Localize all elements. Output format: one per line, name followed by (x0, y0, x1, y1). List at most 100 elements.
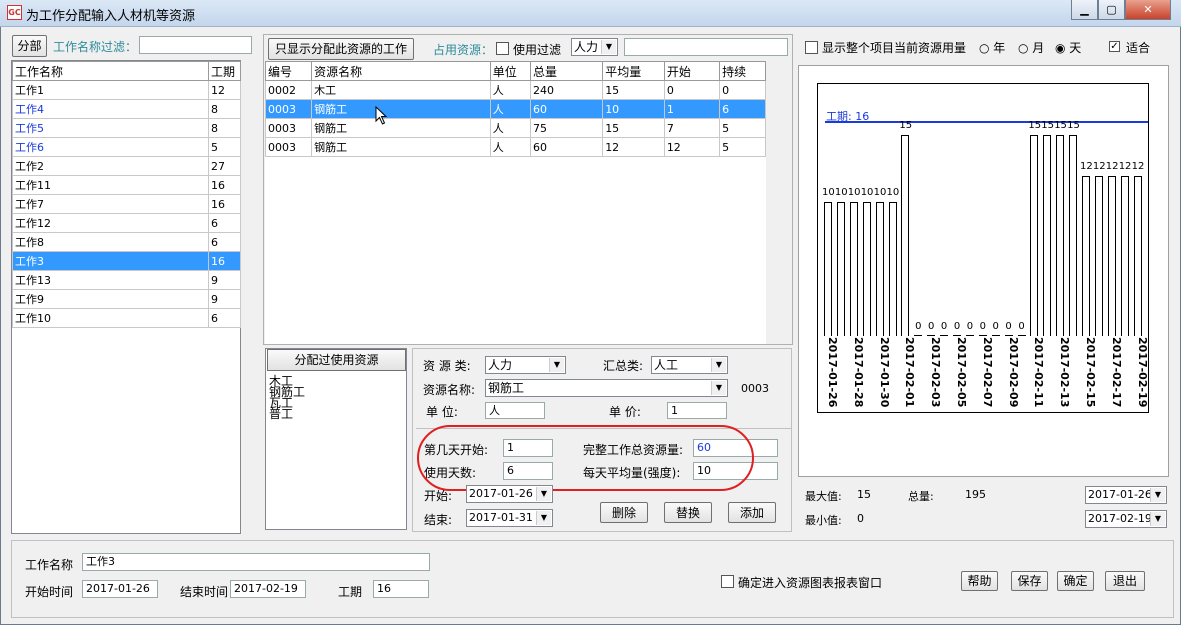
replace-button[interactable]: 替换 (664, 502, 712, 523)
chart-bar (965, 335, 974, 336)
job-row[interactable]: 工作13 9 (12, 270, 241, 290)
fit-label: 适合 (1126, 41, 1151, 55)
job-row[interactable]: 工作12 6 (12, 213, 241, 233)
resource-filter-input[interactable] (624, 38, 788, 56)
assignment-cell: 人 (489, 80, 532, 100)
job-row[interactable]: 工作5 8 (12, 118, 241, 138)
total-label: 总量: (908, 490, 934, 503)
chart-bar (1082, 175, 1090, 336)
job-row[interactable]: 工作10 6 (12, 308, 241, 328)
assignment-cell: 0003 (264, 118, 313, 138)
job-row[interactable]: 工作7 16 (12, 194, 241, 214)
resource-type-filter-combo[interactable]: 人力 ▼ (571, 38, 618, 56)
res-name-combo[interactable]: 钢筋工 ▼ (485, 379, 728, 397)
maximize-button[interactable]: ▢ (1098, 0, 1125, 20)
assignment-row[interactable]: 0003 钢筋工人 60 10 1 6 (264, 99, 766, 119)
job-row[interactable]: 工作1 12 (12, 80, 241, 100)
radio-year[interactable]: ○ 年 (979, 39, 1005, 56)
duration-field[interactable]: 16 (373, 580, 429, 598)
assignment-row[interactable]: 0003 钢筋工人 60 12 12 5 (264, 137, 766, 157)
chart-bar (927, 335, 936, 336)
res-type-combo[interactable]: 人力 ▼ (485, 356, 566, 374)
add-button[interactable]: 添加 (728, 502, 776, 523)
chevron-down-icon: ▼ (536, 511, 551, 525)
job-name-cell: 工作5 (12, 118, 209, 138)
chart-to-date[interactable]: 2017-02-19 ▼ (1085, 510, 1167, 528)
job-row[interactable]: 工作8 6 (12, 232, 241, 252)
use-filter-label: 使用过滤 (513, 43, 562, 57)
used-resource-item[interactable]: 普工 (269, 408, 404, 420)
start-time-field[interactable]: 2017-01-26 (82, 580, 158, 598)
col-0[interactable]: 编号 (264, 61, 313, 81)
save-button[interactable]: 保存 (1011, 571, 1048, 591)
job-row[interactable]: 工作2 27 (12, 156, 241, 176)
col-6[interactable]: 持续 (719, 61, 766, 81)
res-name-label: 资源名称: (423, 383, 476, 397)
chart-x-tick: 2017-02-07 (980, 337, 994, 408)
end-date-picker[interactable]: 2017-01-31 ▼ (466, 509, 553, 527)
price-field[interactable]: 1 (667, 402, 727, 419)
job-duration-cell: 9 (208, 289, 241, 309)
chart-from-date[interactable]: 2017-01-26 ▼ (1085, 486, 1167, 504)
help-button[interactable]: 帮助 (961, 571, 998, 591)
use-filter-checkbox[interactable] (496, 42, 509, 58)
job-row[interactable]: 工作6 5 (12, 137, 241, 157)
start-date-picker[interactable]: 2017-01-26 ▼ (466, 485, 553, 503)
col-1[interactable]: 资源名称 (311, 61, 491, 81)
chart-bar-label: 15 (1067, 120, 1080, 132)
end-time-label: 结束时间 (180, 585, 229, 599)
chart-bar (914, 335, 923, 336)
job-name-cell: 工作2 (12, 156, 209, 176)
chart-bar-label: 10 (822, 187, 835, 199)
fit-checkbox[interactable]: ✓ (1109, 41, 1120, 52)
job-row[interactable]: 工作11 16 (12, 175, 241, 195)
job-duration-cell: 8 (208, 118, 241, 138)
show-only-assigned-button[interactable]: 只显示分配此资源的工作 (268, 38, 414, 60)
job-filter-input[interactable] (139, 36, 252, 54)
minimize-button[interactable]: ▁ (1071, 0, 1098, 20)
chevron-down-icon: ▼ (549, 358, 564, 372)
col-5[interactable]: 开始 (663, 61, 721, 81)
radio-month[interactable]: ○ 月 (1018, 39, 1044, 56)
job-table: 工作名称 工期 工作1 12 工作4 8 工作5 8 工作6 5 工作2 27 工作11 16 工作7 1… (12, 61, 241, 328)
mouse-cursor-icon (375, 106, 388, 125)
col-job-name[interactable]: 工作名称 (12, 61, 209, 81)
col-duration[interactable]: 工期 (208, 61, 241, 81)
exit-button[interactable]: 退出 (1105, 571, 1145, 591)
radio-day[interactable]: ◉ 天 (1055, 39, 1081, 56)
assignment-row[interactable]: 0002 木工人 240 15 0 0 (264, 80, 766, 100)
job-name-cell: 工作11 (12, 175, 209, 195)
chart-bar (888, 202, 897, 336)
assignment-cell: 钢筋工 (311, 118, 491, 138)
end-time-field[interactable]: 2017-02-19 (230, 580, 306, 598)
chart-bar (1017, 335, 1026, 336)
job-row[interactable]: 工作9 9 (12, 289, 241, 309)
confirm-report-checkbox[interactable] (721, 575, 734, 591)
job-row[interactable]: 工作4 8 (12, 99, 241, 119)
unit-field[interactable]: 人 (485, 402, 545, 419)
close-button[interactable]: ✕ (1125, 0, 1171, 20)
delete-button[interactable]: 删除 (600, 502, 648, 523)
job-duration-cell: 16 (208, 175, 241, 195)
filter-label: 工作名称过滤： (53, 40, 138, 54)
job-name-field[interactable]: 工作3 (82, 553, 430, 571)
job-duration-cell: 16 (208, 251, 241, 271)
job-row[interactable]: 工作3 16 (12, 251, 241, 271)
col-3[interactable]: 总量 (530, 61, 604, 81)
chart-bar-label: 0 (1018, 321, 1025, 332)
show-all-checkbox[interactable] (805, 41, 818, 57)
chevron-down-icon: ▼ (601, 40, 616, 54)
assignment-cell: 12 (602, 137, 665, 157)
tab-fenbu[interactable]: 分部 (12, 35, 47, 57)
summary-combo[interactable]: 人工 ▼ (651, 356, 728, 374)
ok-button[interactable]: 确定 (1057, 571, 1094, 591)
summary-label: 汇总类: (603, 359, 644, 373)
chart-bar-label: 15 (899, 120, 913, 132)
col-4[interactable]: 平均量 (602, 61, 665, 81)
chart-bar-label: 0 (928, 321, 935, 332)
assignment-row[interactable]: 0003 钢筋工人 75 15 7 5 (264, 118, 766, 138)
unit-label: 单 位: (426, 405, 458, 419)
res-code: 0003 (741, 382, 769, 395)
col-2[interactable]: 单位 (489, 61, 532, 81)
assignment-cell: 5 (719, 137, 766, 157)
